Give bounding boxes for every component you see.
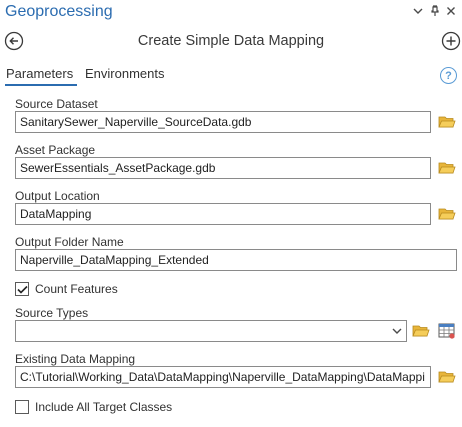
table-icon[interactable] [438, 323, 456, 339]
help-icon[interactable]: ? [440, 67, 457, 84]
tool-title: Create Simple Data Mapping [137, 33, 325, 49]
existing-data-mapping-label: Existing Data Mapping [15, 352, 136, 366]
include-all-target-classes-checkbox[interactable] [15, 400, 29, 414]
source-dataset-label: Source Dataset [15, 97, 98, 111]
folder-icon[interactable] [438, 206, 456, 222]
count-features-checkbox[interactable] [15, 282, 29, 296]
count-features-label: Count Features [35, 282, 118, 296]
close-icon[interactable] [444, 4, 458, 18]
folder-icon[interactable] [438, 160, 456, 176]
asset-package-input[interactable]: SewerEssentials_AssetPackage.gdb [15, 157, 431, 179]
output-folder-name-input[interactable]: Naperville_DataMapping_Extended [15, 249, 457, 271]
pin-icon[interactable] [428, 4, 442, 18]
existing-data-mapping-input[interactable]: C:\Tutorial\Working_Data\DataMapping\Nap… [15, 366, 431, 388]
source-dataset-input[interactable]: SanitarySewer_Naperville_SourceData.gdb [15, 111, 431, 133]
asset-package-label: Asset Package [15, 143, 96, 157]
output-folder-name-label: Output Folder Name [15, 235, 124, 249]
output-location-input[interactable]: DataMapping [15, 203, 431, 225]
chevron-down-icon [392, 328, 402, 334]
tool-title-row: Create Simple Data Mapping [0, 29, 462, 55]
active-tab-indicator [5, 84, 77, 86]
plus-icon[interactable] [441, 31, 461, 51]
source-types-dropdown[interactable] [15, 320, 407, 342]
tab-parameters[interactable]: Parameters [6, 66, 73, 81]
tab-environments[interactable]: Environments [85, 66, 164, 81]
include-all-target-classes-label: Include All Target Classes [35, 400, 173, 414]
pane-header: Geoprocessing [0, 0, 462, 26]
pane-title: Geoprocessing [5, 3, 113, 20]
folder-icon[interactable] [438, 114, 456, 130]
folder-icon[interactable] [438, 369, 456, 385]
geoprocessing-pane: Geoprocessing Create Simple Data Mapping [0, 0, 462, 427]
chevron-down-icon[interactable] [411, 4, 425, 18]
source-types-label: Source Types [15, 306, 89, 320]
folder-icon[interactable] [412, 323, 430, 339]
tab-bar: Parameters Environments ? [0, 64, 462, 90]
output-location-label: Output Location [15, 189, 100, 203]
